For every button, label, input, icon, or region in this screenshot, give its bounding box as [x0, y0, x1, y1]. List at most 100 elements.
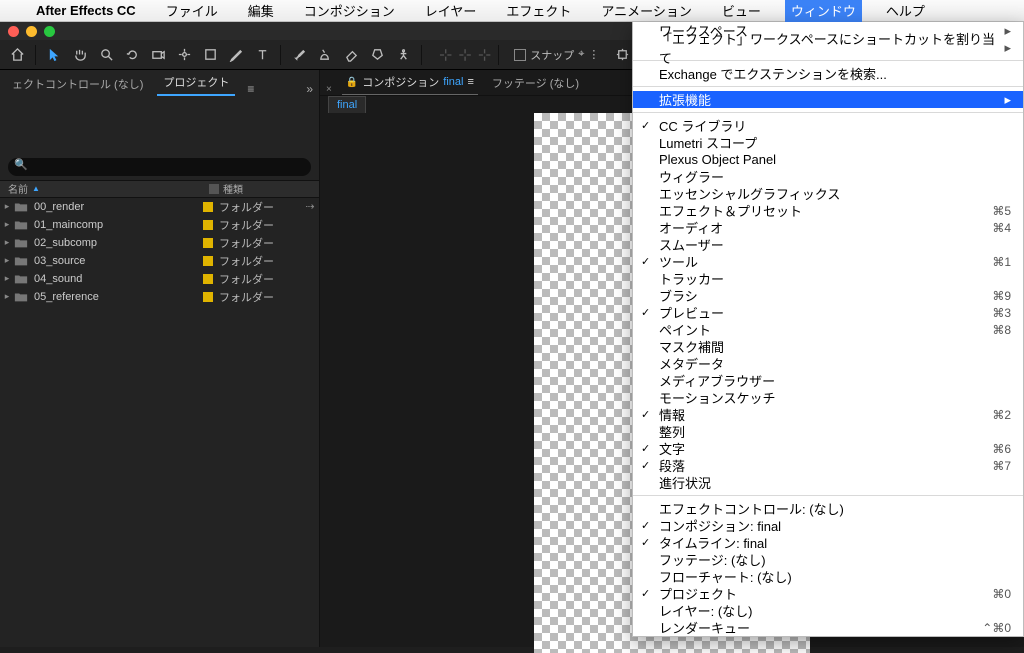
search-help-button[interactable]: [611, 44, 633, 66]
camera-tool[interactable]: [147, 44, 169, 66]
label-color[interactable]: [203, 292, 213, 302]
project-item[interactable]: ▸00_renderフォルダー⇢: [0, 198, 319, 216]
menu-item[interactable]: モーションスケッチ: [633, 389, 1023, 406]
zoom-tool[interactable]: [95, 44, 117, 66]
home-tool[interactable]: [6, 44, 28, 66]
menu-item[interactable]: エフェクトコントロール: (なし): [633, 500, 1023, 517]
menu-shortcut: ⌘2: [992, 408, 1011, 422]
menu-view[interactable]: ビュー: [716, 0, 767, 22]
menu-file[interactable]: ファイル: [160, 0, 224, 22]
expand-icon[interactable]: ▸: [0, 273, 14, 284]
label-color[interactable]: [203, 274, 213, 284]
expand-icon[interactable]: ▸: [0, 291, 14, 302]
menu-item[interactable]: 「エフェクト」ワークスペースにショートカットを割り当て▸: [633, 39, 1023, 56]
project-search-input[interactable]: [8, 158, 311, 176]
menu-edit[interactable]: 編集: [242, 0, 280, 22]
pen-tool[interactable]: [225, 44, 247, 66]
menu-item[interactable]: Plexus Object Panel: [633, 151, 1023, 168]
text-tool[interactable]: [251, 44, 273, 66]
brush-tool[interactable]: [288, 44, 310, 66]
label-color[interactable]: [203, 202, 213, 212]
menu-help[interactable]: ヘルプ: [880, 0, 931, 22]
menu-item[interactable]: フッテージ: (なし): [633, 551, 1023, 568]
menu-item[interactable]: ブラシ⌘9: [633, 287, 1023, 304]
menu-item[interactable]: ✓文字⌘6: [633, 440, 1023, 457]
selection-tool[interactable]: [43, 44, 65, 66]
menu-item[interactable]: フローチャート: (なし): [633, 568, 1023, 585]
close-window-button[interactable]: [8, 26, 19, 37]
menu-item[interactable]: Exchange でエクステンションを検索...: [633, 65, 1023, 82]
expand-icon[interactable]: ▸: [0, 219, 14, 230]
menu-animation[interactable]: アニメーション: [595, 0, 697, 22]
col-name[interactable]: 名前▲: [0, 181, 209, 196]
menu-composition[interactable]: コンポジション: [298, 0, 401, 22]
project-item[interactable]: ▸04_soundフォルダー: [0, 270, 319, 288]
tab-composition[interactable]: 🔒 コンポジション final ≡: [342, 70, 478, 95]
comp-subtab[interactable]: final: [328, 96, 366, 113]
tab-project[interactable]: プロジェクト: [157, 70, 235, 96]
expand-icon[interactable]: ▸: [0, 237, 14, 248]
project-item[interactable]: ▸01_maincompフォルダー: [0, 216, 319, 234]
menu-item[interactable]: 進行状況: [633, 474, 1023, 491]
menu-item[interactable]: ✓段落⌘7: [633, 457, 1023, 474]
tab-menu-icon[interactable]: ≡: [467, 76, 473, 88]
tab-close-icon[interactable]: ×: [326, 84, 332, 95]
puppet-tool[interactable]: [392, 44, 414, 66]
minimize-window-button[interactable]: [26, 26, 37, 37]
menu-item[interactable]: ✓タイムライン: final: [633, 534, 1023, 551]
project-item[interactable]: ▸02_subcompフォルダー: [0, 234, 319, 252]
snap-options-icon[interactable]: ⋮: [588, 48, 599, 61]
menu-item[interactable]: ウィグラー: [633, 168, 1023, 185]
menu-item[interactable]: Lumetri スコープ: [633, 134, 1023, 151]
zoom-window-button[interactable]: [44, 26, 55, 37]
label-color[interactable]: [203, 220, 213, 230]
menu-window[interactable]: ウィンドウ: [785, 0, 862, 22]
eraser-tool[interactable]: [340, 44, 362, 66]
menu-app[interactable]: After Effects CC: [30, 1, 142, 20]
menu-item[interactable]: エフェクト＆プリセット⌘5: [633, 202, 1023, 219]
menu-item[interactable]: レンダーキュー⌃⌘0: [633, 619, 1023, 636]
menu-item[interactable]: エッセンシャルグラフィックス: [633, 185, 1023, 202]
clone-tool[interactable]: [314, 44, 336, 66]
menu-item[interactable]: トラッカー: [633, 270, 1023, 287]
project-item[interactable]: ▸03_sourceフォルダー: [0, 252, 319, 270]
label-color[interactable]: [203, 238, 213, 248]
col-type[interactable]: 種類: [209, 181, 319, 196]
menu-item[interactable]: ✓情報⌘2: [633, 406, 1023, 423]
snap-checkbox[interactable]: [514, 49, 526, 61]
roto-tool[interactable]: [366, 44, 388, 66]
menu-shortcut: ⌘4: [992, 221, 1011, 235]
menu-item[interactable]: レイヤー: (なし): [633, 602, 1023, 619]
menu-item[interactable]: ✓ツール⌘1: [633, 253, 1023, 270]
menu-item[interactable]: ✓プロジェクト⌘0: [633, 585, 1023, 602]
hand-tool[interactable]: [69, 44, 91, 66]
menu-item[interactable]: マスク補間: [633, 338, 1023, 355]
rotate-tool[interactable]: [121, 44, 143, 66]
menu-item[interactable]: オーディオ⌘4: [633, 219, 1023, 236]
menu-item[interactable]: 拡張機能▸: [633, 91, 1023, 108]
expand-icon[interactable]: ▸: [0, 255, 14, 266]
anchor-tool[interactable]: [173, 44, 195, 66]
snap-toggle[interactable]: スナップ ⌖ ⋮: [514, 47, 599, 63]
shape-tool[interactable]: [199, 44, 221, 66]
menu-item[interactable]: メタデータ: [633, 355, 1023, 372]
menu-item[interactable]: ✓CC ライブラリ: [633, 117, 1023, 134]
menu-item[interactable]: メディアブラウザー: [633, 372, 1023, 389]
menu-item[interactable]: ペイント⌘8: [633, 321, 1023, 338]
folder-icon: [14, 255, 28, 267]
snap-magnet-icon[interactable]: ⌖: [578, 48, 584, 61]
label-color[interactable]: [203, 256, 213, 266]
menu-item[interactable]: 整列: [633, 423, 1023, 440]
panel-menu-icon[interactable]: ≡: [247, 82, 254, 96]
menu-layer[interactable]: レイヤー: [419, 0, 483, 22]
panel-expand-icon[interactable]: »: [306, 82, 313, 96]
menu-effect[interactable]: エフェクト: [500, 0, 577, 22]
project-item[interactable]: ▸05_referenceフォルダー: [0, 288, 319, 306]
menu-item[interactable]: ✓プレビュー⌘3: [633, 304, 1023, 321]
flowchart-icon[interactable]: ⇢: [301, 200, 319, 213]
tab-footage[interactable]: フッテージ (なし): [488, 71, 583, 95]
tab-effect-controls[interactable]: ェクトコントロール (なし): [6, 72, 149, 96]
menu-item[interactable]: ✓コンポジション: final: [633, 517, 1023, 534]
expand-icon[interactable]: ▸: [0, 201, 14, 212]
menu-item[interactable]: スムーザー: [633, 236, 1023, 253]
